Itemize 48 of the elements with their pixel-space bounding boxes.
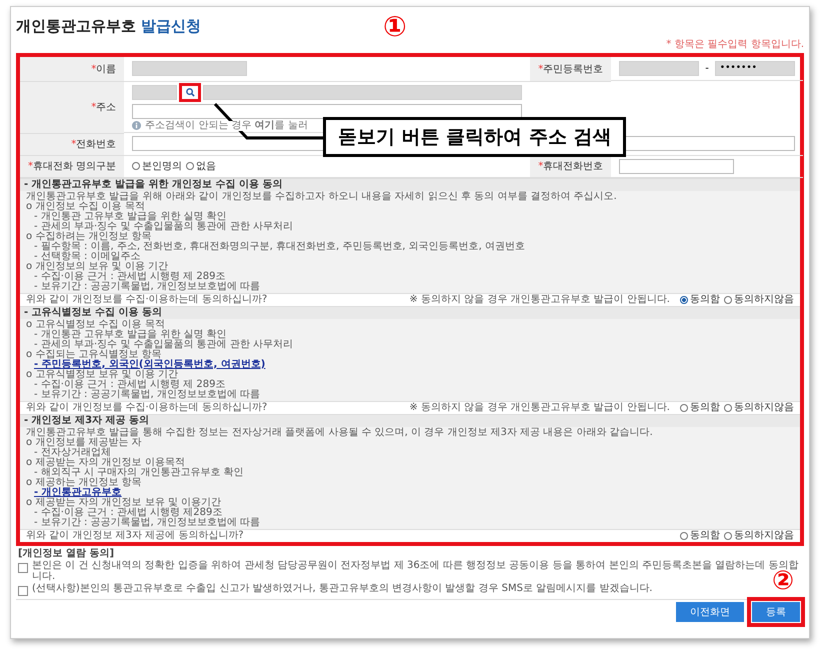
consent-heading: o 개인정보 수집 이용 목적: [26, 202, 146, 212]
field-label: *주민등록번호: [530, 57, 612, 81]
field-label: *주소: [20, 81, 124, 133]
annotation-number: ①: [383, 13, 407, 41]
consent-heading: o 제공받는 자의 개인정보 보유 및 이용기간: [26, 498, 222, 508]
consent-warning: ※ 동의하지 않을 경우 개인통관고유부호 발급이 안됩니다.: [409, 402, 670, 412]
consent-text: - 필수항목 : 이름, 주소, 전화번호, 휴대전화명의구분, 휴대전화번호, 주민등록번호, 외국인등록번호, 여권번호: [33, 242, 526, 252]
field-label: *이름: [20, 57, 124, 81]
section-title: [개인정보 열람 동의]: [18, 548, 116, 559]
consent-text: 개인통관고유부호 발급을 통해 수집한 정보는 전자상거래 플랫폼에 사용될 수 있으며, 이 경우 개인정보 제3자 제공 내용은 아래와 같습니다.: [26, 428, 654, 438]
consent-heading: o 개인정보를 제공받는 자: [26, 438, 143, 448]
field-label: *전화번호: [20, 133, 124, 155]
field-label: *휴대전화 명의구분: [20, 155, 124, 177]
consent-text: - 수집·이용 근거 : 관세법 시행령 제 289조: [33, 272, 226, 282]
consent-heading: o 개인정보의 보유 및 이용 기간: [26, 262, 170, 272]
consent-heading: o 제공하는 개인정보 항목: [26, 478, 143, 488]
separator: -: [705, 63, 709, 74]
consent-heading: o 수집되는 고유식별정보 항목: [26, 350, 162, 360]
consent-title: - 개인정보 제3자 제공 동의: [20, 414, 800, 426]
consent-text: - 선택항목 : 이메일주소: [33, 252, 142, 262]
consent-text: - 보유기간 : 공공기록물법, 개인정보보호법에 따름: [33, 282, 262, 292]
consent-heading: o 제공받는 자의 개인정보 이용목적: [26, 458, 186, 468]
consent-question: 위와 같이 개인정보 제3자 제공에 동의하십니까?: [26, 530, 244, 540]
consent-text: - 수집·이용 근거 : 관세법 시행령 제289조: [33, 508, 224, 518]
consent-text: - 개인통관 고유부호 발급을 위한 실명 확인: [33, 330, 228, 340]
consent-text: - 해외직구 시 구매자의 개인통관고유부호 확인: [33, 468, 245, 478]
consent-question: 위와 같이 개인정보를 수집·이용하는데 동의하십니까?: [26, 294, 268, 304]
consent-title: - 개인통관고유부호 발급을 위한 개인정보 수집 이용 동의: [20, 178, 800, 190]
consent-question: 위와 같이 개인정보를 수집·이용하는데 동의하십니까?: [26, 402, 268, 412]
consent-heading: o 고유식별정보 수집 이용 목적: [26, 320, 166, 330]
consent-text: - 관세의 부과·징수 및 수출입물품의 통관에 관한 사무처리: [33, 340, 294, 350]
consent-text: - 수집·이용 근거 : 관세법 시행령 제 289조: [33, 380, 226, 390]
consent-text: 개인통관고유부호 발급을 위해 아래와 같이 개인정보를 수집하고자 하오니 내용을 자세히 읽으신 후 동의 여부를 결정하여 주십시오.: [26, 192, 618, 202]
callout-tooltip: 돋보기 버튼 클릭하여 주소 검색: [323, 117, 626, 157]
consent-title: - 고유식별정보 수집 이용 동의: [20, 306, 800, 318]
field-label: *휴대전화번호: [530, 155, 612, 177]
address-note: 주소검색이 안되는 경우 여기를 눌러: [145, 120, 308, 131]
consent-text: - 관세의 부과·징수 및 수출입물품의 통관에 관한 사무처리: [33, 222, 294, 232]
annotation-number: ②: [772, 568, 794, 594]
required-note: * 항목은 필수입력 항목입니다.: [665, 38, 804, 51]
consent-text: - 보유기간 : 공공기록물법, 개인정보보호법에 따름: [33, 518, 262, 528]
consent-text: - 전자상거래업체: [33, 448, 112, 458]
consent-heading: o 수집하려는 개인정보 항목: [26, 232, 153, 242]
consent-warning: ※ 동의하지 않을 경우 개인통관고유부호 발급이 안됩니다.: [409, 294, 670, 304]
consent-text: - 개인통관 고유부호 발급을 위한 실명 확인: [33, 212, 228, 222]
page-title: 개인통관고유부호 발급신청: [16, 17, 202, 36]
consent-text: - 보유기간 : 공공기록물법, 개인정보보호법에 따름: [33, 390, 262, 400]
consent-heading: o 고유식별정보 보유 및 이용 기간: [26, 370, 178, 380]
